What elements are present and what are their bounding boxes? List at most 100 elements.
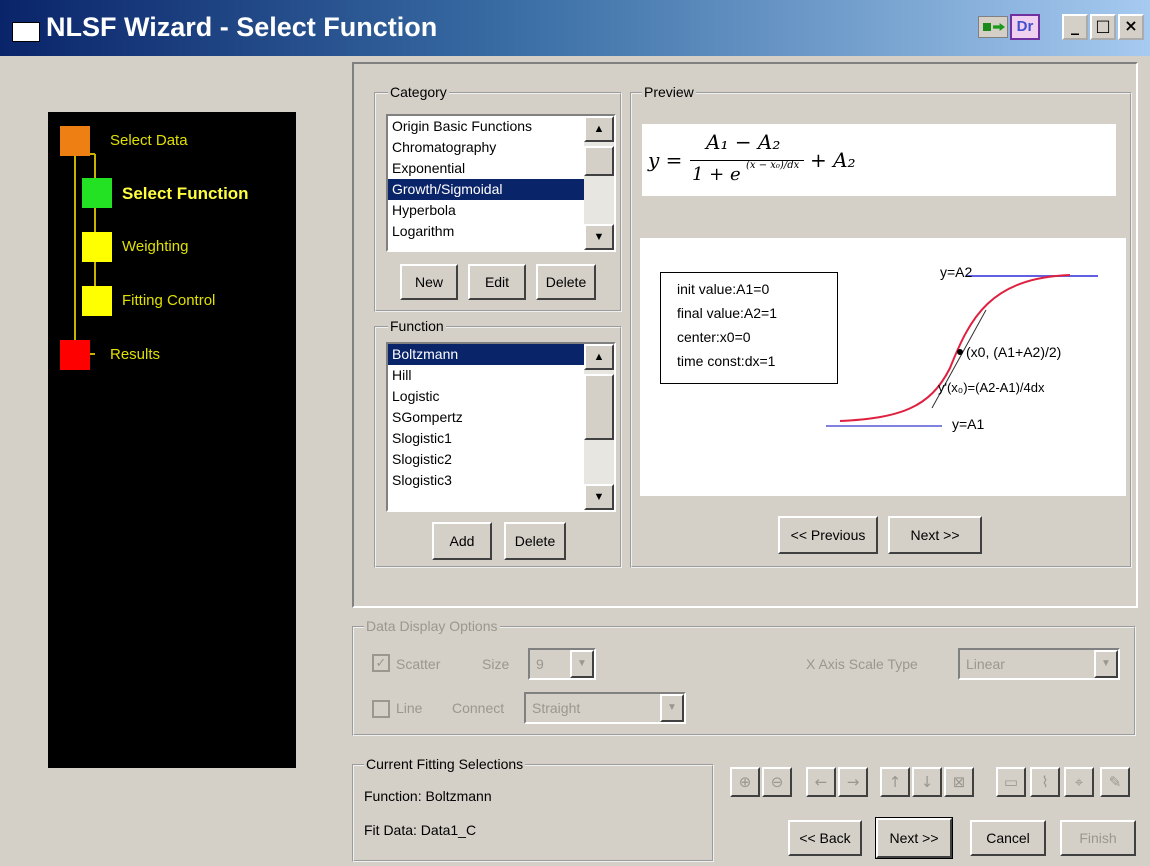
back-button[interactable]: << Back <box>788 820 862 856</box>
current-selections-group: Current Fitting Selections <box>352 756 714 862</box>
category-delete-button[interactable]: Delete <box>536 264 596 300</box>
step-marker-weighting <box>82 232 112 262</box>
category-item[interactable]: Origin Basic Functions <box>388 116 614 137</box>
chevron-down-icon[interactable]: ▼ <box>1094 650 1118 678</box>
line-checkbox[interactable] <box>372 700 390 718</box>
current-selections-label: Current Fitting Selections <box>364 756 526 772</box>
connect-label: Connect <box>452 700 505 716</box>
window-icon[interactable]: ▭ <box>996 767 1026 797</box>
formula-box: y = A₁ − A₂ 1 + e (x − x₀)/dx + A₂ <box>642 124 1116 196</box>
fit-icon[interactable]: ⊠ <box>944 767 974 797</box>
size-select[interactable]: 9 ▼ <box>528 648 596 680</box>
category-item[interactable]: Hyperbola <box>388 200 614 221</box>
connect-select[interactable]: Straight ▼ <box>524 692 686 724</box>
data-display-label: Data Display Options <box>364 618 500 634</box>
preview-next-button[interactable]: Next >> <box>888 516 982 554</box>
cancel-button[interactable]: Cancel <box>970 820 1046 856</box>
formula-numerator: A₁ − A₂ <box>706 130 781 154</box>
formula-denominator: 1 + e <box>692 164 741 185</box>
info-line: time const:dx=1 <box>677 353 776 369</box>
preview-previous-button[interactable]: << Previous <box>778 516 878 554</box>
step-label-select-function[interactable]: Select Function <box>122 184 249 204</box>
category-new-button[interactable]: New <box>400 264 458 300</box>
maximize-button[interactable]: □ <box>1090 14 1116 40</box>
function-scrollbar[interactable]: ▲ ▼ <box>584 344 614 510</box>
info-box: init value:A1=0 final value:A2=1 center:… <box>660 272 838 384</box>
formula-exponent: (x − x₀)/dx <box>746 160 800 171</box>
scroll-up-icon[interactable]: ▲ <box>584 344 614 370</box>
scatter-label: Scatter <box>396 656 441 672</box>
category-label: Category <box>388 84 449 100</box>
arrow-right-icon[interactable]: → <box>838 767 868 797</box>
next-button[interactable]: Next >> <box>875 817 953 859</box>
function-item[interactable]: SGompertz <box>388 407 614 428</box>
info-line: final value:A2=1 <box>677 305 778 321</box>
step-label-weighting[interactable]: Weighting <box>122 238 188 255</box>
zoom-in-icon[interactable]: ⊕ <box>730 767 760 797</box>
xaxis-scale-value: Linear <box>966 656 1005 672</box>
scroll-thumb[interactable] <box>584 146 614 176</box>
fit-arrow-icon[interactable] <box>978 16 1008 38</box>
dr-button[interactable]: Dr <box>1010 14 1040 40</box>
formula-tail: + A₂ <box>810 148 856 172</box>
zoom-out-icon[interactable]: ⊖ <box>762 767 792 797</box>
step-label-select-data[interactable]: Select Data <box>110 132 188 149</box>
info-line: init value:A1=0 <box>677 281 770 297</box>
scroll-up-icon[interactable]: ▲ <box>584 116 614 142</box>
step-marker-results <box>60 340 90 370</box>
category-item[interactable]: Exponential <box>388 158 614 179</box>
window-icon <box>12 22 40 42</box>
arrow-down-icon[interactable]: ↓ <box>912 767 942 797</box>
step-label-fitting-control[interactable]: Fitting Control <box>122 292 215 309</box>
graph-icon[interactable]: ⌇ <box>1030 767 1060 797</box>
scatter-checkbox[interactable]: ✓ <box>372 654 390 672</box>
pin-icon[interactable]: ⌖ <box>1064 767 1094 797</box>
label-a2: y=A2 <box>940 264 973 280</box>
category-edit-button[interactable]: Edit <box>468 264 526 300</box>
category-list[interactable]: Origin Basic Functions Chromatography Expo… <box>386 114 616 252</box>
chevron-down-icon[interactable]: ▼ <box>570 650 594 678</box>
finish-button[interactable]: Finish <box>1060 820 1136 856</box>
scroll-down-icon[interactable]: ▼ <box>584 224 614 250</box>
minimize-button[interactable]: _ <box>1062 14 1088 40</box>
connect-value: Straight <box>532 700 581 716</box>
arrow-left-icon[interactable]: ← <box>806 767 836 797</box>
size-label: Size <box>482 656 510 672</box>
function-item[interactable]: Logistic <box>388 386 614 407</box>
function-item[interactable]: Slogistic2 <box>388 449 614 470</box>
function-label: Function <box>388 318 446 334</box>
preview-label: Preview <box>642 84 696 100</box>
xaxis-scale-select[interactable]: Linear ▼ <box>958 648 1120 680</box>
function-item[interactable]: Slogistic1 <box>388 428 614 449</box>
arrow-up-icon[interactable]: ↑ <box>880 767 910 797</box>
function-list[interactable]: Boltzmann Hill Logistic SGompertz Slogistic1… <box>386 342 616 512</box>
current-fitdata: Fit Data: Data1_C <box>364 822 477 838</box>
function-add-button[interactable]: Add <box>432 522 492 560</box>
size-value: 9 <box>536 656 544 672</box>
function-delete-button[interactable]: Delete <box>504 522 566 560</box>
close-button[interactable]: × <box>1118 14 1144 40</box>
step-marker-fitting-control <box>82 286 112 316</box>
category-item[interactable]: Chromatography <box>388 137 614 158</box>
chevron-down-icon[interactable]: ▼ <box>660 694 684 722</box>
label-center: (x0, (A1+A2)/2) <box>966 344 1062 360</box>
current-function: Function: Boltzmann <box>364 788 492 804</box>
preview-plot: init value:A1=0 final value:A2=1 center:… <box>640 238 1126 496</box>
step-marker-select-function <box>82 178 112 208</box>
function-item[interactable]: Boltzmann <box>388 344 614 365</box>
scroll-thumb[interactable] <box>584 374 614 440</box>
line-label: Line <box>396 700 423 716</box>
xaxis-scale-label: X Axis Scale Type <box>806 656 918 672</box>
step-label-results[interactable]: Results <box>110 346 160 363</box>
label-a1: y=A1 <box>952 416 985 432</box>
scroll-down-icon[interactable]: ▼ <box>584 484 614 510</box>
function-item[interactable]: Slogistic3 <box>388 470 614 491</box>
edit-icon[interactable]: ✎ <box>1100 767 1130 797</box>
window-title: NLSF Wizard - Select Function <box>46 12 438 42</box>
category-scrollbar[interactable]: ▲ ▼ <box>584 116 614 250</box>
function-item[interactable]: Hill <box>388 365 614 386</box>
label-slope: y'(x₀)=(A2-A1)/4dx <box>938 380 1045 395</box>
category-item[interactable]: Logarithm <box>388 221 614 242</box>
wizard-steps-panel: Select Data Select Function Weighting Fi… <box>48 112 296 768</box>
category-item[interactable]: Growth/Sigmoidal <box>388 179 614 200</box>
